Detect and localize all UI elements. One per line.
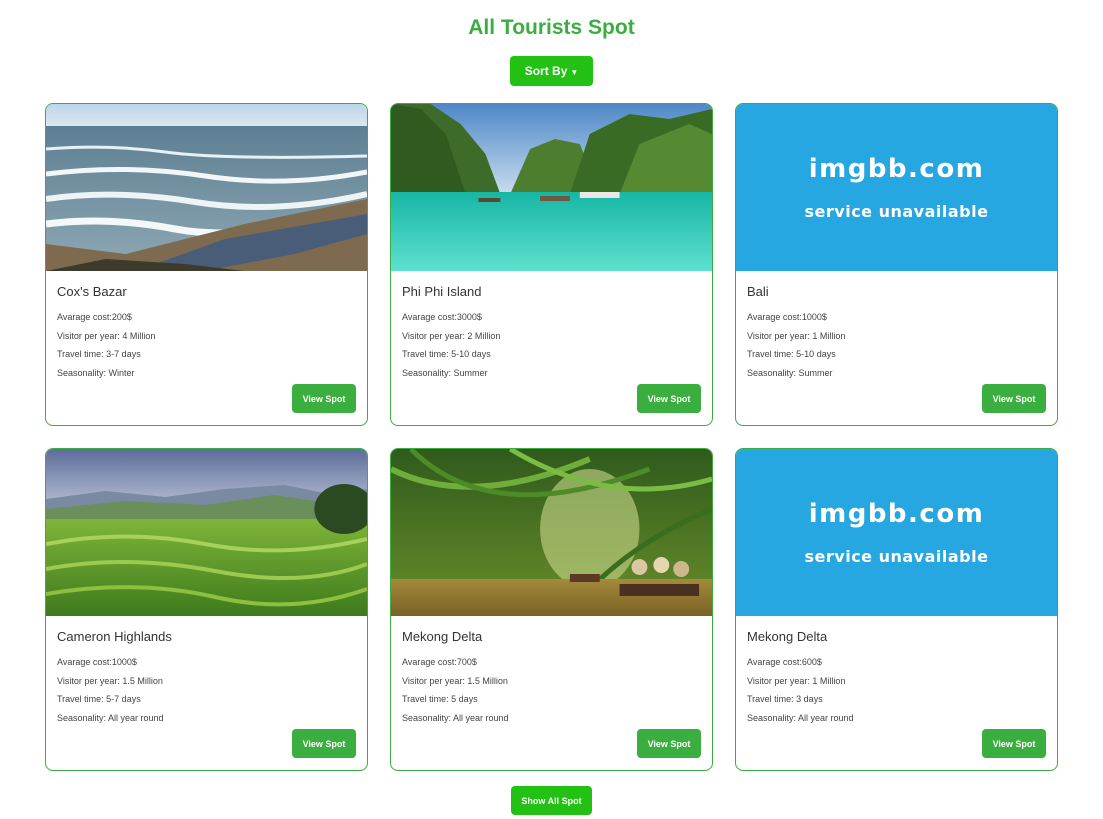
average-cost: Avarage cost:3000$: [402, 312, 482, 322]
visitors-per-year: Visitor per year: 1 Million: [747, 330, 846, 341]
seasonality: Seasonality: All year round: [402, 713, 509, 724]
page-title: All Tourists Spot: [468, 16, 635, 39]
beach-photo: [46, 104, 367, 271]
seasonality: Seasonality: Winter: [57, 368, 135, 379]
page: All Tourists Spot Sort By ▼ Cox's Bazar …: [0, 0, 1103, 819]
imgbb-line2: service unavailable: [804, 547, 989, 566]
travel-time: Travel time: 5-10 days: [402, 349, 491, 360]
show-all-spot-button[interactable]: Show All Spot: [511, 786, 592, 815]
view-spot-button[interactable]: View Spot: [982, 729, 1046, 758]
imgbb-line1: imgbb.com: [808, 499, 985, 529]
spot-card: Mekong Delta Avarage cost:700$ Visitor p…: [390, 448, 713, 771]
visitors-per-year: Visitor per year: 2 Million: [402, 330, 501, 341]
view-spot-button[interactable]: View Spot: [292, 729, 356, 758]
view-spot-button[interactable]: View Spot: [637, 384, 701, 413]
spot-name: Mekong Delta: [747, 629, 828, 644]
chevron-down-icon: ▼: [570, 68, 579, 77]
view-spot-button[interactable]: View Spot: [982, 384, 1046, 413]
spot-card: imgbb.com service unavailable Bali Avara…: [735, 103, 1058, 426]
travel-time: Travel time: 3-7 days: [57, 349, 141, 360]
island-lagoon-photo: [391, 104, 712, 271]
sort-by-label: Sort By: [524, 64, 568, 78]
spot-name: Mekong Delta: [402, 629, 483, 644]
imgbb-line1: imgbb.com: [808, 154, 985, 184]
average-cost: Avarage cost:700$: [402, 657, 477, 667]
spot-name: Cameron Highlands: [57, 629, 172, 644]
visitors-per-year: Visitor per year: 4 Million: [57, 330, 156, 341]
seasonality: Seasonality: All year round: [57, 713, 164, 724]
visitors-per-year: Visitor per year: 1 Million: [747, 675, 846, 686]
average-cost: Avarage cost:1000$: [57, 657, 137, 667]
travel-time: Travel time: 5-10 days: [747, 349, 836, 360]
spot-card: imgbb.com service unavailable Mekong Del…: [735, 448, 1058, 771]
view-spot-button[interactable]: View Spot: [637, 729, 701, 758]
spots-grid: Cox's Bazar Avarage cost:200$ Visitor pe…: [45, 103, 1058, 771]
imgbb-placeholder-image: imgbb.com service unavailable: [736, 104, 1057, 271]
river-boats-photo: [391, 449, 712, 616]
travel-time: Travel time: 5 days: [402, 694, 478, 705]
imgbb-placeholder-image: imgbb.com service unavailable: [736, 449, 1057, 616]
seasonality: Seasonality: Summer: [747, 368, 833, 379]
spot-name: Phi Phi Island: [402, 284, 482, 299]
seasonality: Seasonality: All year round: [747, 713, 854, 724]
green-hills-photo: [46, 449, 367, 616]
visitors-per-year: Visitor per year: 1.5 Million: [57, 675, 163, 686]
average-cost: Avarage cost:200$: [57, 312, 132, 322]
average-cost: Avarage cost:600$: [747, 657, 822, 667]
seasonality: Seasonality: Summer: [402, 368, 488, 379]
spot-card: Phi Phi Island Avarage cost:3000$ Visito…: [390, 103, 713, 426]
spot-name: Cox's Bazar: [57, 284, 127, 299]
sort-by-button[interactable]: Sort By ▼: [510, 56, 593, 86]
view-spot-button[interactable]: View Spot: [292, 384, 356, 413]
travel-time: Travel time: 5-7 days: [57, 694, 141, 705]
spot-card: Cameron Highlands Avarage cost:1000$ Vis…: [45, 448, 368, 771]
spot-name: Bali: [747, 284, 769, 299]
average-cost: Avarage cost:1000$: [747, 312, 827, 322]
travel-time: Travel time: 3 days: [747, 694, 823, 705]
visitors-per-year: Visitor per year: 1.5 Million: [402, 675, 508, 686]
spot-card: Cox's Bazar Avarage cost:200$ Visitor pe…: [45, 103, 368, 426]
imgbb-line2: service unavailable: [804, 202, 989, 221]
